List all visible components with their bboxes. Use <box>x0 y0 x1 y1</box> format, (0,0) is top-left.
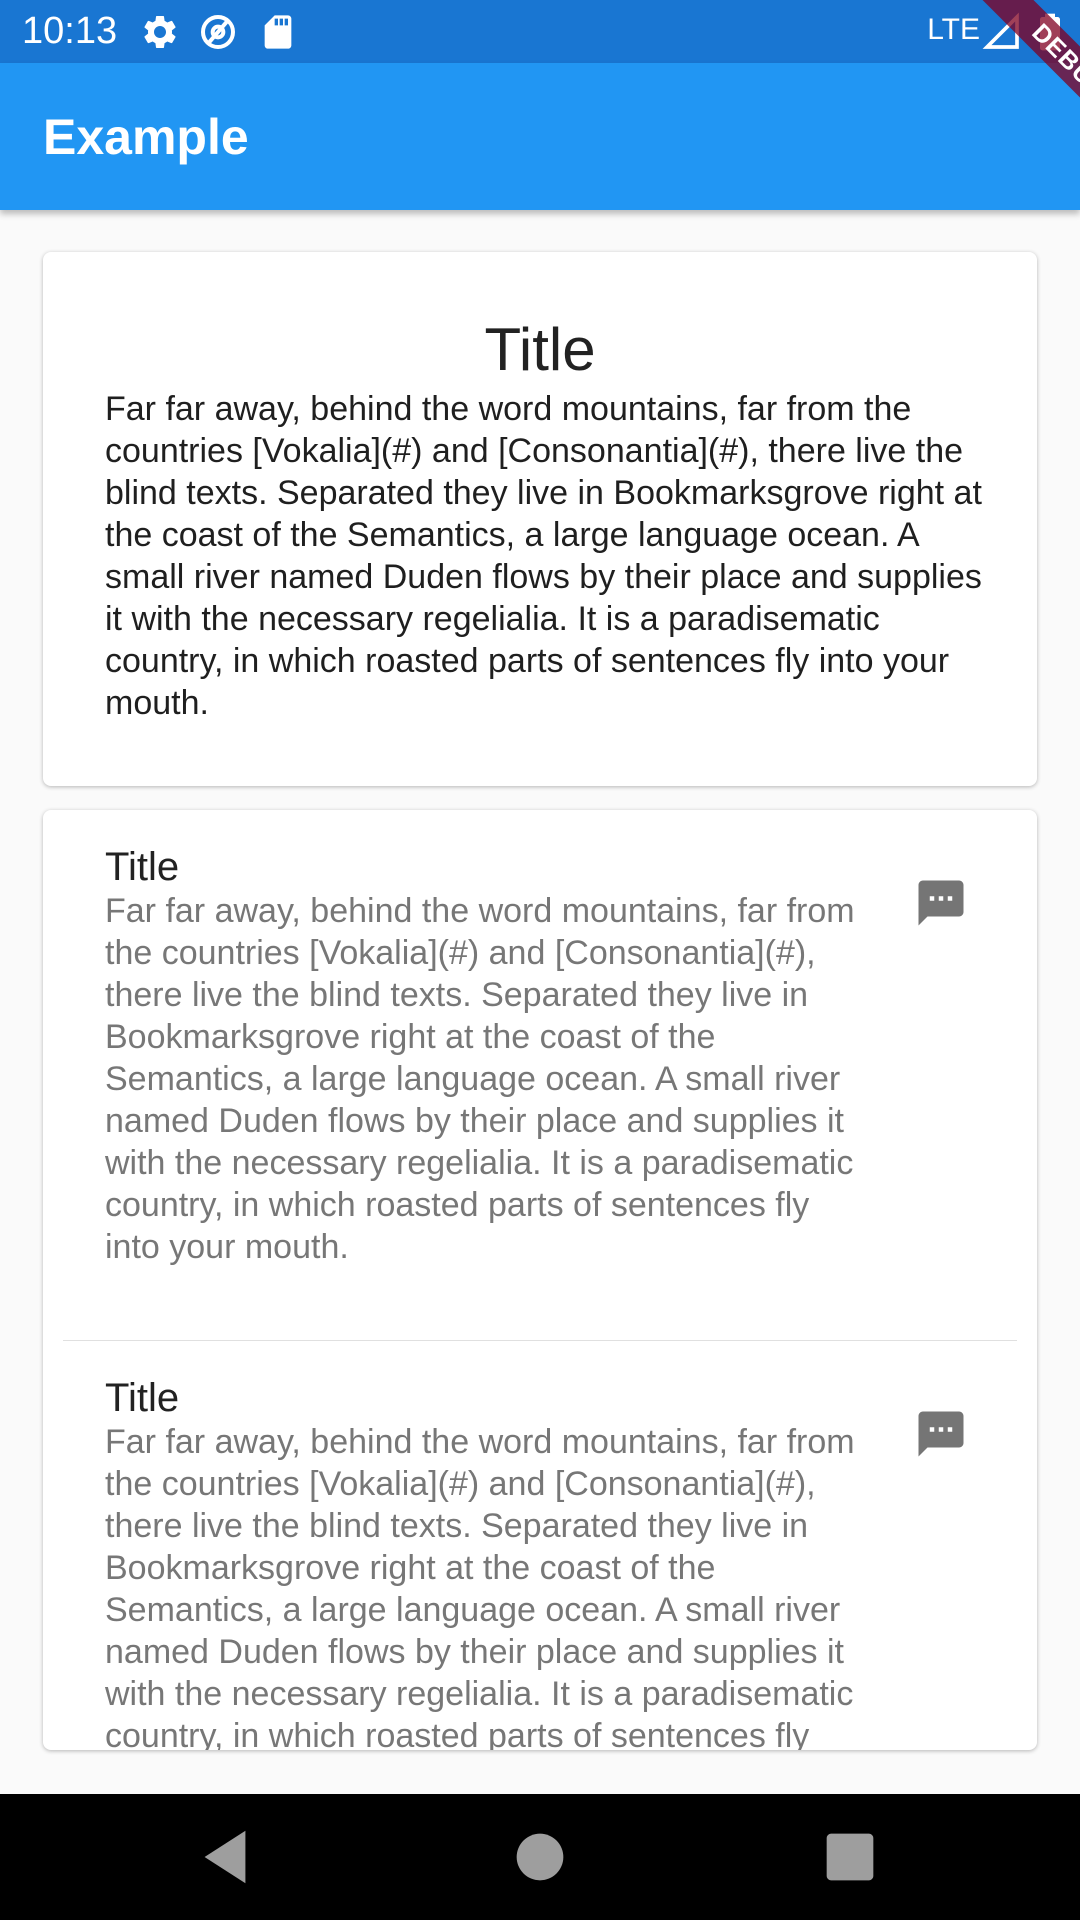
screen: 10:13 LTE Example DEBUG Title Far far aw… <box>0 0 1080 1920</box>
list-item-title: Title <box>105 845 180 889</box>
chat-bubble-icon[interactable] <box>914 876 968 930</box>
list-item-body: Far far away, behind the word mountains,… <box>105 1423 855 1750</box>
card-body: Far far away, behind the word mountains,… <box>105 390 982 722</box>
app-bar: Example <box>0 63 1080 210</box>
recents-icon[interactable] <box>815 1822 885 1892</box>
list-item[interactable]: Title Far far away, behind the word moun… <box>43 1341 1037 1750</box>
network-type: LTE <box>927 13 980 46</box>
status-bar: 10:13 LTE <box>0 0 1080 63</box>
navigation-bar <box>0 1794 1080 1920</box>
list-item-body: Far far away, behind the word mountains,… <box>105 892 855 1266</box>
signal-icon <box>982 12 1019 49</box>
battery-icon <box>1040 13 1060 51</box>
card-title: Title <box>484 316 596 383</box>
chat-bubble-icon[interactable] <box>914 1407 968 1461</box>
home-icon[interactable] <box>505 1822 575 1892</box>
card-list: Title Far far away, behind the word moun… <box>43 810 1037 1750</box>
back-icon[interactable] <box>190 1822 260 1892</box>
list-item-title: Title <box>105 1376 180 1420</box>
list-item[interactable]: Title Far far away, behind the word moun… <box>43 810 1037 1340</box>
at-sign-icon <box>201 15 235 49</box>
status-time: 10:13 <box>22 10 118 52</box>
app-title: Example <box>43 109 249 165</box>
sd-card-icon <box>264 15 292 49</box>
settings-icon <box>144 15 176 48</box>
